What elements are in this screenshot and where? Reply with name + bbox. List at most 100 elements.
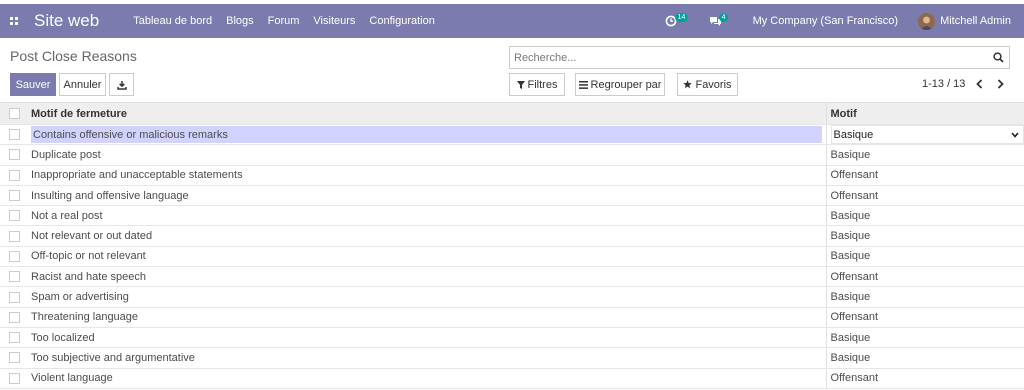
table-row[interactable]: Violent language Offensant [0, 368, 1024, 389]
column-header-reason[interactable]: Motif de fermeture [28, 102, 826, 125]
motif-cell[interactable]: Offensant [825, 185, 1024, 207]
row-checkbox-cell [0, 307, 28, 328]
row-checkbox-cell [0, 368, 28, 389]
table-row[interactable]: Insulting and offensive language Offensan… [0, 185, 1024, 207]
filters-button[interactable]: Filtres [509, 73, 565, 96]
row-checkbox[interactable] [9, 271, 20, 283]
motif-cell[interactable]: Basique [825, 327, 1024, 349]
motif-cell[interactable]: Basique [825, 347, 1024, 369]
motif-select[interactable]: Basique [830, 125, 1024, 145]
activity-badge: 14 [674, 13, 689, 22]
activity-button[interactable]: 14 [665, 4, 689, 38]
reason-cell[interactable]: Duplicate post [28, 144, 826, 166]
menu-item-blogs[interactable]: Blogs [219, 15, 261, 27]
discard-button[interactable]: Annuler [59, 73, 106, 96]
chevron-right-icon [997, 79, 1004, 89]
table-row[interactable]: Spam or advertising Basique [0, 286, 1024, 308]
table-header: Motif de fermeture Motif [0, 102, 1024, 125]
table-row[interactable]: Duplicate post Basique [0, 144, 1024, 166]
menu-item-forum[interactable]: Forum [261, 15, 307, 27]
row-checkbox-cell [0, 246, 28, 268]
row-checkbox[interactable] [9, 291, 20, 303]
motif-cell[interactable]: Basique [825, 144, 1024, 166]
pager-previous-button[interactable] [972, 76, 986, 92]
favorites-label: Favoris [695, 78, 732, 91]
reason-cell[interactable]: Insulting and offensive language [28, 185, 826, 207]
row-checkbox-cell [0, 205, 28, 227]
row-checkbox[interactable] [9, 250, 20, 262]
row-checkbox-cell [0, 165, 28, 186]
save-button[interactable]: Sauver [10, 73, 56, 96]
reason-cell[interactable]: Threatening language [28, 307, 826, 328]
row-checkbox[interactable] [9, 210, 20, 222]
reason-cell: Contains offensive or malicious remarks [28, 124, 826, 146]
row-checkbox[interactable] [9, 190, 20, 202]
chevron-down-icon [1011, 132, 1019, 138]
menu-item-visitors[interactable]: Visiteurs [306, 15, 362, 27]
motif-cell[interactable]: Basique [825, 286, 1024, 308]
column-header-motif[interactable]: Motif [825, 102, 1024, 125]
pager-next-button[interactable] [993, 76, 1007, 92]
user-menu[interactable]: Mitchell Admin [918, 12, 1011, 30]
table-row[interactable]: Off-topic or not relevant Basique [0, 246, 1024, 268]
row-checkbox-cell [0, 124, 28, 146]
export-button[interactable] [109, 73, 134, 96]
row-checkbox[interactable] [9, 169, 20, 181]
table-row[interactable]: Threatening language Offensant [0, 307, 1024, 328]
select-all-cell [0, 102, 28, 125]
table-row[interactable]: Not a real post Basique [0, 205, 1024, 227]
motif-cell: Basique [825, 124, 1024, 146]
reasons-table: Motif de fermeture Motif Contains offens… [0, 102, 1024, 389]
reason-cell[interactable]: Not a real post [28, 205, 826, 227]
motif-cell[interactable]: Offensant [825, 307, 1024, 328]
motif-cell[interactable]: Basique [825, 225, 1024, 247]
table-row[interactable]: Not relevant or out dated Basique [0, 225, 1024, 247]
apps-menu-icon[interactable] [4, 17, 24, 25]
motif-cell[interactable]: Offensant [825, 266, 1024, 288]
row-checkbox[interactable] [9, 311, 20, 323]
row-checkbox-cell [0, 144, 28, 166]
row-checkbox[interactable] [9, 149, 20, 161]
favorites-button[interactable]: Favoris [677, 73, 738, 96]
row-checkbox[interactable] [9, 352, 20, 364]
reason-cell[interactable]: Spam or advertising [28, 286, 826, 308]
table-row[interactable]: Too localized Basique [0, 327, 1024, 349]
pager-value[interactable]: 1-13 / 13 [922, 78, 965, 90]
groupby-button[interactable]: Regrouper par [575, 73, 665, 96]
reason-cell[interactable]: Off-topic or not relevant [28, 246, 826, 268]
reason-cell[interactable]: Racist and hate speech [28, 266, 826, 288]
select-all-checkbox[interactable] [9, 108, 20, 119]
top-menu: Tableau de bord Blogs Forum Visiteurs Co… [126, 15, 442, 27]
motif-select-value: Basique [833, 128, 874, 141]
app-name[interactable]: Site web [34, 11, 99, 31]
reason-cell[interactable]: Inappropriate and unacceptable statement… [28, 165, 826, 186]
search-input[interactable] [510, 47, 987, 68]
reason-cell[interactable]: Violent language [28, 368, 826, 389]
navbar-right: 14 4 My Company (San Francisco) Mitchell… [665, 4, 1024, 38]
row-checkbox[interactable] [9, 129, 20, 141]
motif-cell[interactable]: Basique [825, 246, 1024, 268]
menu-item-dashboard[interactable]: Tableau de bord [126, 15, 219, 27]
reason-name-input[interactable]: Contains offensive or malicious remarks [31, 126, 822, 144]
reason-cell[interactable]: Too subjective and argumentative [28, 347, 826, 369]
pager: 1-13 / 13 [922, 76, 1007, 92]
messages-button[interactable]: 4 [709, 4, 731, 38]
table-row[interactable]: Inappropriate and unacceptable statement… [0, 165, 1024, 186]
menu-item-configuration[interactable]: Configuration [362, 15, 441, 27]
row-checkbox[interactable] [9, 372, 20, 384]
search-icon[interactable] [987, 47, 1009, 68]
user-name: Mitchell Admin [940, 15, 1011, 27]
motif-cell[interactable]: Offensant [825, 165, 1024, 186]
motif-cell[interactable]: Offensant [825, 368, 1024, 389]
company-switcher[interactable]: My Company (San Francisco) [753, 15, 899, 27]
motif-cell[interactable]: Basique [825, 205, 1024, 227]
table-row[interactable]: Contains offensive or malicious remarks … [0, 124, 1024, 146]
reason-cell[interactable]: Not relevant or out dated [28, 225, 826, 247]
avatar [918, 12, 936, 30]
reason-cell[interactable]: Too localized [28, 327, 826, 349]
row-checkbox[interactable] [9, 332, 20, 344]
row-checkbox[interactable] [9, 230, 20, 242]
table-row[interactable]: Too subjective and argumentative Basique [0, 347, 1024, 369]
download-icon [116, 80, 127, 90]
table-row[interactable]: Racist and hate speech Offensant [0, 266, 1024, 288]
